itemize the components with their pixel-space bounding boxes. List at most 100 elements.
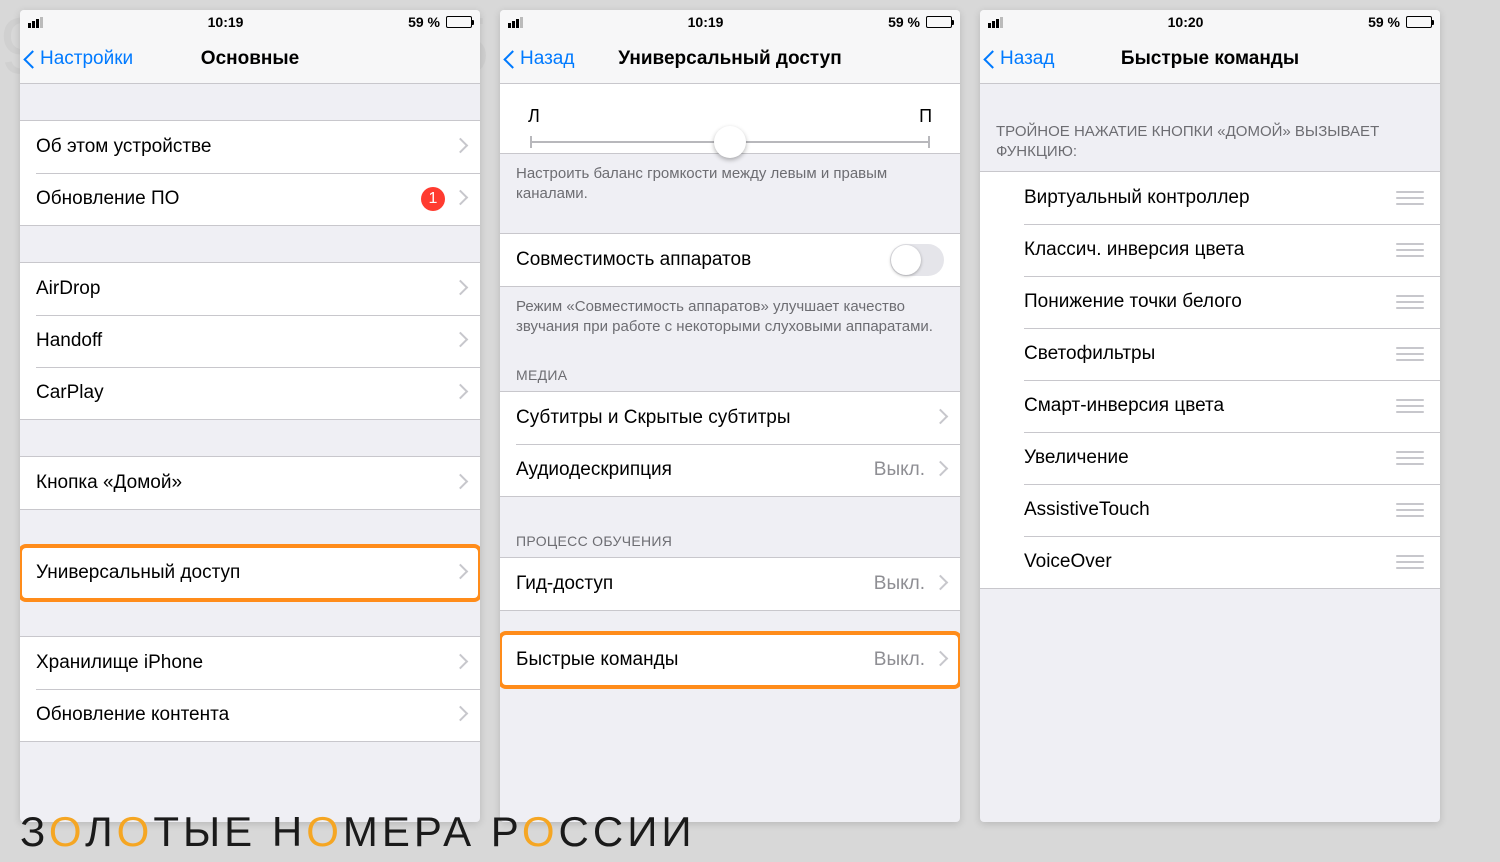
highlight-accessibility: Универсальный доступ: [20, 546, 480, 600]
cell-hearing-compat[interactable]: Совместимость аппаратов: [500, 234, 960, 286]
shortcuts-list[interactable]: ТРОЙНОЕ НАЖАТИЕ КНОПКИ «ДОМОЙ» ВЫЗЫВАЕТ …: [980, 84, 1440, 822]
phone-screen-1: 10:19 59 % Настройки Основные Об этом ус…: [20, 10, 480, 822]
cell-label: CarPlay: [36, 382, 104, 404]
chevron-right-icon: [455, 386, 464, 400]
cell-handoff[interactable]: Handoff: [20, 315, 480, 367]
cell-label: Увеличение: [1024, 447, 1129, 469]
nav-bar: Назад Быстрые команды: [980, 34, 1440, 84]
cell-guided-access[interactable]: Гид-доступ Выкл.: [500, 558, 960, 610]
back-button[interactable]: Настройки: [20, 48, 133, 70]
chevron-right-icon: [455, 476, 464, 490]
cell-accessibility[interactable]: Универсальный доступ: [20, 547, 480, 599]
highlight-shortcuts: Быстрые команды Выкл.: [500, 633, 960, 687]
shortcut-item[interactable]: Светофильтры: [980, 328, 1440, 380]
cell-label: Обновление ПО: [36, 188, 179, 210]
balance-slider-row: Л П: [500, 84, 960, 153]
cell-label: Быстрые команды: [516, 649, 678, 671]
back-label: Назад: [1000, 48, 1054, 70]
compat-footer: Режим «Совместимость аппаратов» улучшает…: [500, 287, 960, 342]
cell-detail: Выкл.: [874, 459, 925, 481]
cell-audio-description[interactable]: Аудиодескрипция Выкл.: [500, 444, 960, 496]
nav-bar: Настройки Основные: [20, 34, 480, 84]
reorder-handle-icon[interactable]: [1396, 191, 1424, 205]
battery-icon: [926, 16, 952, 28]
cell-label: AssistiveTouch: [1024, 499, 1150, 521]
cell-label: Хранилище iPhone: [36, 652, 203, 674]
reorder-handle-icon[interactable]: [1396, 295, 1424, 309]
chevron-right-icon: [455, 192, 464, 206]
chevron-left-icon: [26, 49, 38, 69]
back-label: Настройки: [40, 48, 133, 70]
group-header-tripleclick: ТРОЙНОЕ НАЖАТИЕ КНОПКИ «ДОМОЙ» ВЫЗЫВАЕТ …: [980, 114, 1440, 171]
watermark-text: ЗОЛОТЫЕ НОМЕРА РОССИИ: [20, 808, 696, 856]
reorder-handle-icon[interactable]: [1396, 555, 1424, 569]
cell-detail: Выкл.: [874, 649, 925, 671]
shortcut-item[interactable]: Виртуальный контроллер: [980, 172, 1440, 224]
chevron-left-icon: [506, 49, 518, 69]
chevron-right-icon: [455, 282, 464, 296]
back-button[interactable]: Назад: [500, 48, 574, 70]
slider-left-label: Л: [528, 106, 540, 127]
cell-label: Классич. инверсия цвета: [1024, 239, 1244, 261]
reorder-handle-icon[interactable]: [1396, 503, 1424, 517]
reorder-handle-icon[interactable]: [1396, 243, 1424, 257]
cell-software-update[interactable]: Обновление ПО 1: [20, 173, 480, 225]
chevron-right-icon: [455, 140, 464, 154]
status-time: 10:19: [208, 14, 244, 30]
chevron-right-icon: [455, 566, 464, 580]
cell-subtitles[interactable]: Субтитры и Скрытые субтитры: [500, 392, 960, 444]
cell-label: Универсальный доступ: [36, 562, 240, 584]
slider-thumb[interactable]: [714, 126, 746, 158]
shortcut-item[interactable]: Понижение точки белого: [980, 276, 1440, 328]
toggle-hearing-compat[interactable]: [890, 244, 944, 276]
cell-detail: Выкл.: [874, 573, 925, 595]
cell-carplay[interactable]: CarPlay: [20, 367, 480, 419]
slider-footer: Настроить баланс громкости между левым и…: [500, 154, 960, 209]
battery-icon: [1406, 16, 1432, 28]
cell-about[interactable]: Об этом устройстве: [20, 121, 480, 173]
group-header-learning: ПРОЦЕСС ОБУЧЕНИЯ: [500, 525, 960, 557]
shortcut-item[interactable]: AssistiveTouch: [980, 484, 1440, 536]
cell-home-button[interactable]: Кнопка «Домой»: [20, 457, 480, 509]
cell-label: AirDrop: [36, 278, 100, 300]
cell-iphone-storage[interactable]: Хранилище iPhone: [20, 637, 480, 689]
status-bar: 10:19 59 %: [500, 10, 960, 34]
signal-icon: [988, 17, 1003, 28]
cell-airdrop[interactable]: AirDrop: [20, 263, 480, 315]
update-badge: 1: [421, 187, 445, 211]
signal-icon: [508, 17, 523, 28]
shortcut-item[interactable]: Смарт-инверсия цвета: [980, 380, 1440, 432]
chevron-right-icon: [935, 463, 944, 477]
cell-accessibility-shortcut[interactable]: Быстрые команды Выкл.: [500, 634, 960, 686]
cell-label: Об этом устройстве: [36, 136, 212, 158]
shortcut-item[interactable]: VoiceOver: [980, 536, 1440, 588]
cell-label: VoiceOver: [1024, 551, 1112, 573]
cell-label: Гид-доступ: [516, 573, 613, 595]
slider-right-label: П: [919, 106, 932, 127]
cell-label: Светофильтры: [1024, 343, 1155, 365]
chevron-right-icon: [455, 708, 464, 722]
status-time: 10:19: [688, 14, 724, 30]
cell-label: Кнопка «Домой»: [36, 472, 182, 494]
reorder-handle-icon[interactable]: [1396, 451, 1424, 465]
back-label: Назад: [520, 48, 574, 70]
chevron-right-icon: [455, 656, 464, 670]
reorder-handle-icon[interactable]: [1396, 399, 1424, 413]
back-button[interactable]: Назад: [980, 48, 1054, 70]
chevron-left-icon: [986, 49, 998, 69]
phone-screen-3: 10:20 59 % Назад Быстрые команды ТРОЙНОЕ…: [980, 10, 1440, 822]
cell-background-refresh[interactable]: Обновление контента: [20, 689, 480, 741]
balance-slider[interactable]: [530, 141, 930, 143]
reorder-handle-icon[interactable]: [1396, 347, 1424, 361]
shortcut-item[interactable]: Увеличение: [980, 432, 1440, 484]
group-header-media: МЕДИА: [500, 359, 960, 391]
signal-icon: [28, 17, 43, 28]
cell-label: Виртуальный контроллер: [1024, 187, 1250, 209]
cell-label: Понижение точки белого: [1024, 291, 1242, 313]
chevron-right-icon: [935, 411, 944, 425]
battery-percent: 59 %: [1368, 14, 1400, 30]
shortcut-item[interactable]: Классич. инверсия цвета: [980, 224, 1440, 276]
accessibility-list[interactable]: Л П Настроить баланс громкости между лев…: [500, 84, 960, 822]
cell-label: Аудиодескрипция: [516, 459, 672, 481]
settings-list[interactable]: Об этом устройстве Обновление ПО 1: [20, 84, 480, 822]
